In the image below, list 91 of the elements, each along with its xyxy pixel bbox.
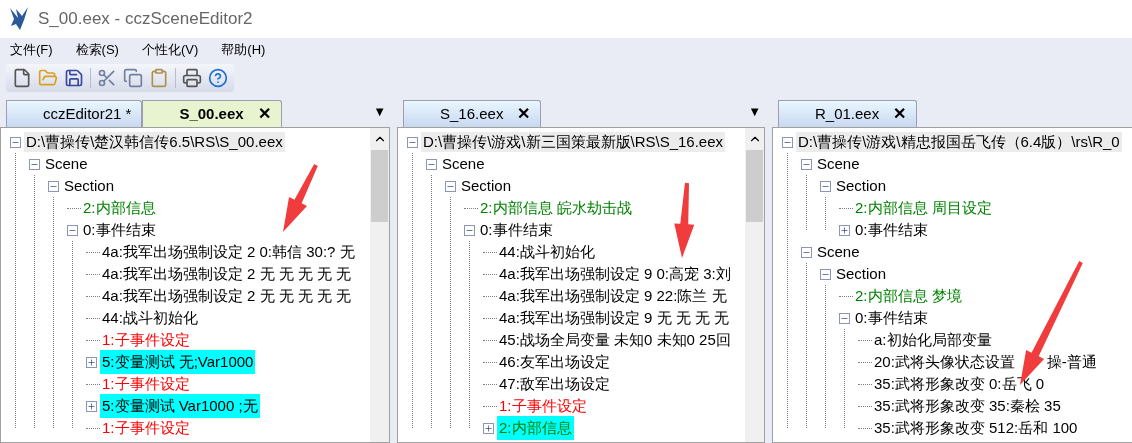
tree-node-label[interactable]: 35:武将形象改变 512:岳和 100 xyxy=(872,418,1080,438)
tree-node-label[interactable]: 1:子事件设定 xyxy=(100,418,192,438)
document-tab[interactable]: cczEditor21 * xyxy=(6,100,143,127)
tree-node-label[interactable]: 35:武将形象改变 35:秦桧 35 xyxy=(872,396,1063,416)
tree-node-label[interactable]: Scene xyxy=(815,154,862,174)
tree-node-label[interactable]: Scene xyxy=(815,242,862,262)
tree-node-label[interactable]: 2:内部信息 梦境 xyxy=(853,286,964,306)
bird-logo-icon xyxy=(8,6,30,32)
save-icon[interactable] xyxy=(64,68,84,88)
menu-item[interactable]: 检索(S) xyxy=(71,40,123,60)
document-tab[interactable]: R_01.eex ✕ xyxy=(778,100,918,127)
plus-icon xyxy=(87,357,96,367)
tree-node-label[interactable]: Section xyxy=(834,264,889,284)
tree-node-label[interactable]: 5:变量测试 无;Var1000 xyxy=(102,353,254,370)
tree-node-label[interactable]: 0:事件结束 xyxy=(81,220,158,240)
tree-node-label[interactable]: 0:事件结束 xyxy=(478,220,555,240)
tree-node-label[interactable]: 0:事件结束 xyxy=(853,308,930,328)
collapse-toggle[interactable] xyxy=(839,312,850,324)
expand-toggle[interactable] xyxy=(483,422,494,434)
plus-icon xyxy=(484,423,493,433)
scrollbar-thumb[interactable] xyxy=(371,150,388,222)
tree-node-label[interactable]: Section xyxy=(834,176,889,196)
tree-node-label[interactable]: 47:敌军出场设定 xyxy=(497,374,612,394)
tree-node-label[interactable]: 4a:我军出场强制设定 2 0:韩信 30:? 无 xyxy=(100,242,357,262)
cut-icon[interactable] xyxy=(97,68,117,88)
collapse-toggle[interactable] xyxy=(445,180,456,192)
tree-node-label[interactable]: 44:战斗初始化 xyxy=(100,308,200,328)
tree-node-label[interactable]: Scene xyxy=(43,154,90,174)
vertical-scrollbar[interactable] xyxy=(745,128,764,442)
annotation-arrow xyxy=(283,164,318,232)
collapse-toggle[interactable] xyxy=(820,180,831,192)
tree-node-label[interactable]: 1:子事件设定 xyxy=(497,396,589,416)
paste-icon[interactable] xyxy=(149,68,169,88)
tree-node-label[interactable]: 2:内部信息 xyxy=(81,198,158,218)
tree-node-label[interactable]: a:初始化局部变量 xyxy=(872,330,994,350)
collapse-toggle[interactable] xyxy=(48,180,59,192)
close-tab-button[interactable]: ✕ xyxy=(257,102,271,126)
tree-node-label[interactable]: 0:事件结束 xyxy=(853,220,930,240)
expand-toggle[interactable] xyxy=(839,224,850,236)
tree-node-label[interactable]: 2:内部信息 xyxy=(499,419,572,436)
tree-node-label[interactable]: Scene xyxy=(440,154,487,174)
expand-toggle[interactable] xyxy=(86,400,97,412)
close-tab-button[interactable]: ✕ xyxy=(893,102,907,126)
tab-list-dropdown[interactable]: ▼ xyxy=(373,101,386,121)
tree-node-label[interactable]: 4a:我军出场强制设定 9 0:高宠 3:刘 xyxy=(497,264,733,284)
menu-item[interactable]: 个性化(V) xyxy=(137,40,203,60)
tree-node-label[interactable]: 2:内部信息 周目设定 xyxy=(853,198,994,218)
tree-node-label[interactable]: Section xyxy=(459,176,514,196)
tree-node-label[interactable]: 4a:我军出场强制设定 2 无 无 无 无 无 xyxy=(100,264,354,284)
document-tab[interactable]: S_00.eex ✕ xyxy=(142,100,282,127)
collapse-toggle[interactable] xyxy=(820,268,831,280)
copy-icon[interactable] xyxy=(123,68,143,88)
tree-node-label[interactable]: 2:内部信息 皖水劫击战 xyxy=(478,198,634,218)
tree-node-label[interactable]: 4a:我军出场强制设定 2 无 无 无 无 无 xyxy=(100,286,354,306)
collapse-toggle[interactable] xyxy=(10,136,21,148)
collapse-toggle[interactable] xyxy=(782,136,793,148)
tree-node-label[interactable]: 1:子事件设定 xyxy=(100,330,192,350)
vertical-scrollbar[interactable] xyxy=(370,128,389,442)
close-tab-button[interactable]: ✕ xyxy=(517,102,531,126)
collapse-toggle[interactable] xyxy=(464,224,475,236)
tree-node-label[interactable]: 46:友军出场设定 xyxy=(497,352,612,372)
collapse-toggle[interactable] xyxy=(407,136,418,148)
tree-node-label[interactable]: D:\曹操传\游戏\新三国策最新版\RS\S_16.eex xyxy=(421,132,726,152)
tree-node-label[interactable]: 操-普通 xyxy=(1046,352,1097,372)
tree-node-label[interactable]: 5:变量测试 Var1000 ;无 xyxy=(102,397,258,414)
print-icon[interactable] xyxy=(182,68,202,88)
collapse-toggle[interactable] xyxy=(426,158,437,170)
plus-icon xyxy=(840,225,849,235)
plus-icon xyxy=(87,401,96,411)
tree-node-label[interactable]: 4a:我军出场强制设定 9 22:陈兰 无 xyxy=(497,286,729,306)
tree-node-label[interactable]: Section xyxy=(62,176,117,196)
tree-node-label[interactable]: D:\曹操传\楚汉韩信传6.5\RS\S_00.eex xyxy=(24,132,285,152)
tree-node-label[interactable]: 44:战斗初始化 xyxy=(497,242,597,262)
tree-node-label[interactable]: 45:战场全局变量 未知0 未知0 25回 xyxy=(497,330,733,350)
tab-list-dropdown[interactable]: ▼ xyxy=(748,101,761,121)
tree-node-label[interactable]: D:\曹操传\游戏\精忠报国岳飞传（6.4版）\rs\R_0 xyxy=(796,132,1122,152)
collapse-toggle[interactable] xyxy=(801,246,812,258)
help-icon[interactable] xyxy=(208,68,228,88)
window-title: S_00.eex - cczSceneEditor2 xyxy=(38,8,253,31)
document-tab[interactable]: S_16.eex ✕ xyxy=(403,100,542,127)
expand-toggle[interactable] xyxy=(86,356,97,368)
collapse-toggle[interactable] xyxy=(29,158,40,170)
new-file-icon[interactable] xyxy=(12,68,32,88)
scrollbar-thumb[interactable] xyxy=(746,150,763,222)
tree-node-label[interactable]: 20:武将头像状态设置 xyxy=(872,352,1017,372)
tree-node-label[interactable]: 4a:我军出场强制设定 9 无 无 无 无 xyxy=(497,308,732,328)
tree-node-label[interactable]: 1:子事件设定 xyxy=(100,374,192,394)
collapse-toggle[interactable] xyxy=(801,158,812,170)
menu-item[interactable]: 文件(F) xyxy=(6,40,57,60)
menu-item[interactable]: 帮助(H) xyxy=(217,40,270,60)
collapse-toggle[interactable] xyxy=(67,224,78,236)
